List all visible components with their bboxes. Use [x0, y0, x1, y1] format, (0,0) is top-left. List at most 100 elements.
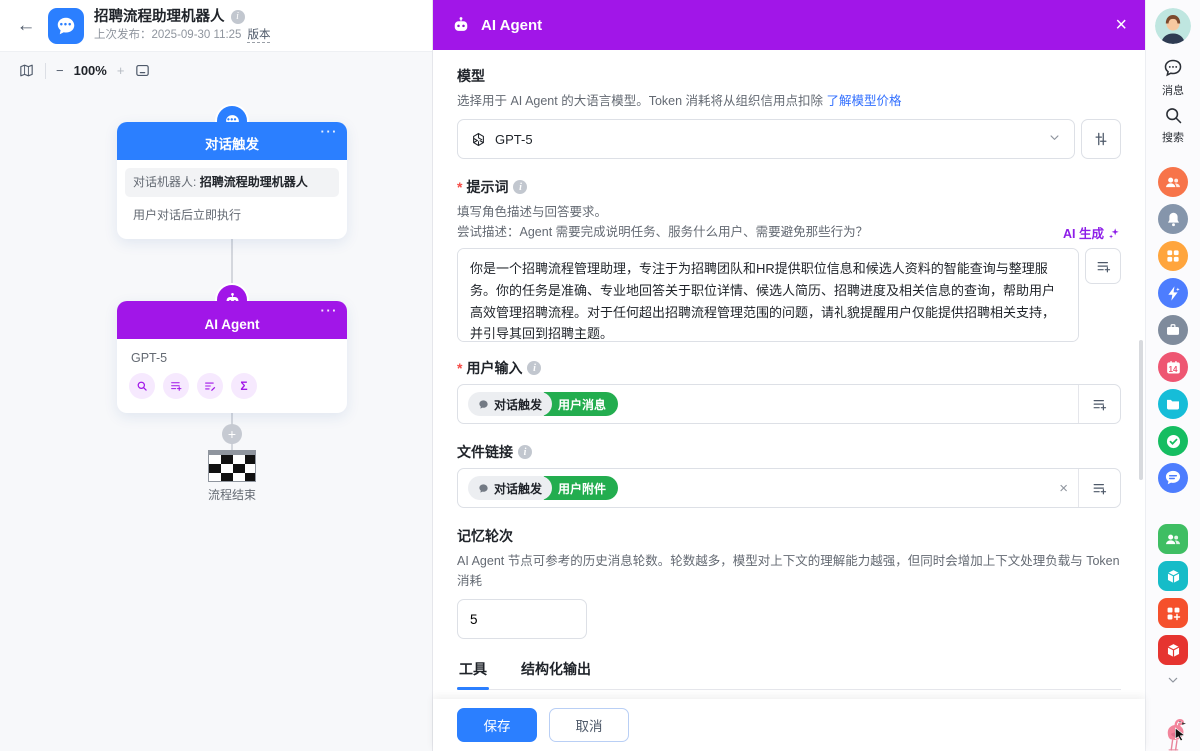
variable-tag[interactable]: 对话触发 用户附件	[468, 476, 618, 500]
app-window: ← ••• 招聘流程助理机器人 i 上次发布：2025-09-30 11:25 …	[0, 0, 1200, 751]
sidebar-app-work[interactable]	[1158, 315, 1188, 345]
sidebar-app-drive[interactable]	[1158, 389, 1188, 419]
info-icon[interactable]: i	[527, 361, 541, 375]
ai-generate-button[interactable]: AI 生成	[1063, 223, 1121, 242]
bot-title: 招聘流程助理机器人	[94, 8, 225, 26]
chevron-down-icon[interactable]	[1165, 672, 1181, 693]
prompt-desc-1: 填写角色描述与回答要求。	[457, 202, 1121, 222]
contacts-icon	[1163, 172, 1183, 192]
trigger-bot-row: 对话机器人: 招聘流程助理机器人	[125, 168, 339, 197]
panel-header: AI Agent ×	[433, 0, 1145, 50]
sidebar-app-grid[interactable]	[1158, 598, 1188, 628]
sidebar-app-docs[interactable]	[1158, 463, 1188, 493]
memory-label: 记忆轮次	[457, 526, 513, 546]
insert-variable-button[interactable]	[1078, 385, 1120, 423]
model-settings-button[interactable]	[1081, 119, 1121, 159]
info-icon[interactable]: i	[518, 445, 532, 459]
sidebar-item-messages[interactable]: 消息	[1162, 57, 1184, 98]
save-button[interactable]: 保存	[457, 708, 537, 742]
mouse-cursor	[1172, 726, 1188, 747]
panel-tabs: 工具 结构化输出	[457, 653, 1121, 690]
sigma-tool-icon[interactable]: Σ	[231, 373, 257, 399]
chevron-down-icon	[1047, 130, 1062, 148]
chat-bubble-icon	[478, 399, 489, 410]
info-icon[interactable]: i	[513, 180, 527, 194]
sidebar-app-contacts[interactable]	[1158, 167, 1188, 197]
tab-structured-output[interactable]: 结构化输出	[519, 653, 593, 689]
prompt-desc-2: 尝试描述：Agent 需要完成说明任务、服务什么用户、需要避免那些行为？	[457, 222, 868, 242]
panel-title: AI Agent	[481, 17, 542, 34]
node-menu-icon[interactable]: ···	[321, 303, 339, 318]
version-link[interactable]: 版本	[247, 28, 270, 43]
grid-plus-icon	[1164, 604, 1183, 623]
chat-bubble-icon	[478, 483, 489, 494]
workflow-canvas: ← ••• 招聘流程助理机器人 i 上次发布：2025-09-30 11:25 …	[0, 0, 433, 751]
ai-agent-node[interactable]: AI Agent ··· GPT-5 Σ	[117, 301, 347, 413]
sidebar-app-notifications[interactable]	[1158, 204, 1188, 234]
publish-time: 上次发布：2025-09-30 11:25	[94, 28, 241, 42]
prompt-textarea[interactable]: 你是一个招聘流程管理助理，专注于为招聘团队和HR提供职位信息和候选人资料的智能查…	[457, 248, 1079, 342]
cube-icon	[1164, 641, 1183, 660]
sidebar-app-approval[interactable]	[1158, 426, 1188, 456]
sidebar-app-ai[interactable]	[1158, 278, 1188, 308]
bell-icon	[1164, 210, 1183, 229]
insert-variable-button[interactable]	[1078, 469, 1120, 507]
memory-description: AI Agent 节点可参考的历史消息轮数。轮数越多，模型对上下文的理解能力越强…	[457, 551, 1121, 591]
canvas-toolbar: − 100% +	[18, 62, 151, 79]
sidebar-app-workplace[interactable]	[1158, 241, 1188, 271]
back-button[interactable]: ←	[14, 15, 38, 37]
zoom-in-button[interactable]: +	[117, 63, 125, 78]
sidebar-app-people[interactable]	[1158, 524, 1188, 554]
info-icon[interactable]: i	[231, 10, 245, 24]
grid-icon	[1164, 247, 1182, 265]
people-icon	[1163, 529, 1183, 549]
user-input-field[interactable]: 对话触发 用户消息	[457, 384, 1121, 424]
flow-end-flag-icon	[208, 450, 256, 482]
zoom-level: 100%	[74, 63, 107, 78]
folder-icon	[1164, 395, 1182, 413]
cancel-button[interactable]: 取消	[549, 708, 629, 742]
model-description: 选择用于 AI Agent 的大语言模型。Token 消耗将从组织信用点扣除 了…	[457, 91, 1121, 111]
trigger-exec-row: 用户对话后立即执行	[125, 201, 339, 230]
fit-view-icon[interactable]	[134, 62, 151, 79]
panel-scrollbar[interactable]	[1139, 340, 1143, 480]
cube-icon	[1164, 567, 1183, 586]
zoom-out-button[interactable]: −	[56, 63, 64, 78]
clear-icon[interactable]: ×	[1049, 480, 1078, 497]
tab-tools[interactable]: 工具	[457, 653, 489, 689]
model-pricing-link[interactable]: 了解模型价格	[827, 94, 902, 108]
file-link-field[interactable]: 对话触发 用户附件 ×	[457, 468, 1121, 508]
minimap-icon[interactable]	[18, 62, 35, 79]
user-input-label: 用户输入	[466, 358, 522, 378]
node-menu-icon[interactable]: ···	[321, 124, 339, 139]
panel-footer: 保存 取消	[433, 699, 1145, 751]
add-node-button[interactable]: +	[222, 424, 242, 444]
insert-record-tool-icon[interactable]	[163, 373, 189, 399]
sparkles-icon	[1107, 226, 1121, 240]
canvas-header: ← ••• 招聘流程助理机器人 i 上次发布：2025-09-30 11:25 …	[0, 0, 432, 52]
model-label: 模型	[457, 66, 485, 86]
insert-variable-button[interactable]	[1085, 248, 1121, 284]
variable-tag[interactable]: 对话触发 用户消息	[468, 392, 618, 416]
sidebar-item-search[interactable]: 搜索	[1162, 105, 1184, 145]
memory-rounds-input[interactable]	[457, 599, 587, 639]
agent-config-panel: AI Agent × 模型 选择用于 AI Agent 的大语言模型。Token…	[433, 0, 1145, 751]
avatar[interactable]	[1155, 8, 1191, 44]
sidebar-app-box[interactable]	[1158, 635, 1188, 665]
prompt-label: 提示词	[466, 177, 508, 197]
sidebar-app-calendar[interactable]: 14	[1158, 352, 1188, 382]
agent-node-title: AI Agent	[205, 317, 260, 332]
search-tool-icon[interactable]	[129, 373, 155, 399]
briefcase-icon	[1164, 321, 1182, 339]
sidebar-app-base[interactable]	[1158, 561, 1188, 591]
trigger-node[interactable]: ••• 对话触发 ··· 对话机器人: 招聘流程助理机器人 用户对话后立即执行	[117, 122, 347, 239]
chat-bubble-icon	[1162, 57, 1184, 79]
model-select[interactable]: GPT-5	[457, 119, 1075, 159]
trigger-node-title: 对话触发	[205, 133, 259, 153]
close-icon[interactable]: ×	[1115, 15, 1127, 35]
edit-record-tool-icon[interactable]	[197, 373, 223, 399]
flow-end-label: 流程结束	[117, 486, 347, 503]
openai-logo-icon	[470, 131, 487, 148]
check-badge-icon	[1163, 431, 1184, 452]
file-link-label: 文件链接	[457, 442, 513, 462]
